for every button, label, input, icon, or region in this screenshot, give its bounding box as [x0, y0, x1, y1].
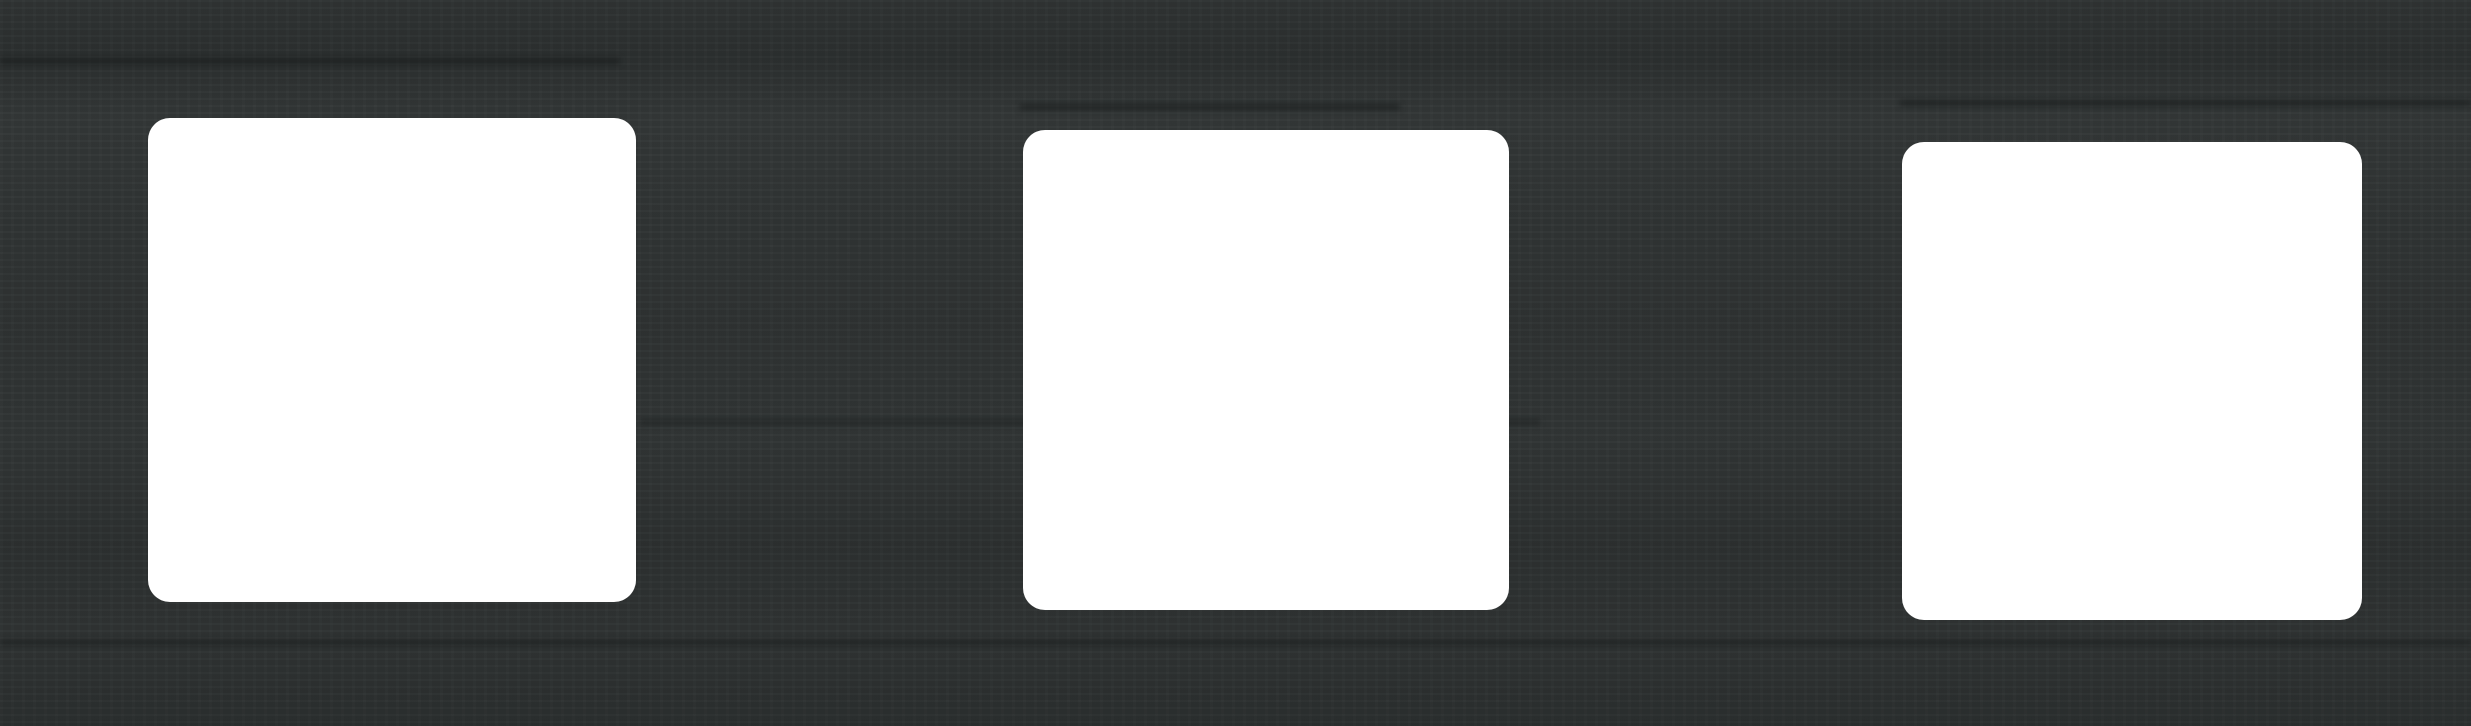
dark-streak — [1900, 100, 2471, 106]
white-square-cutout-3 — [1902, 142, 2362, 620]
dark-streak — [1020, 104, 1400, 110]
white-square-cutout-2 — [1023, 130, 1509, 610]
dark-streak — [0, 58, 620, 64]
textured-panel — [0, 0, 2471, 726]
dark-streak — [0, 640, 2471, 645]
white-square-cutout-1 — [148, 118, 636, 602]
